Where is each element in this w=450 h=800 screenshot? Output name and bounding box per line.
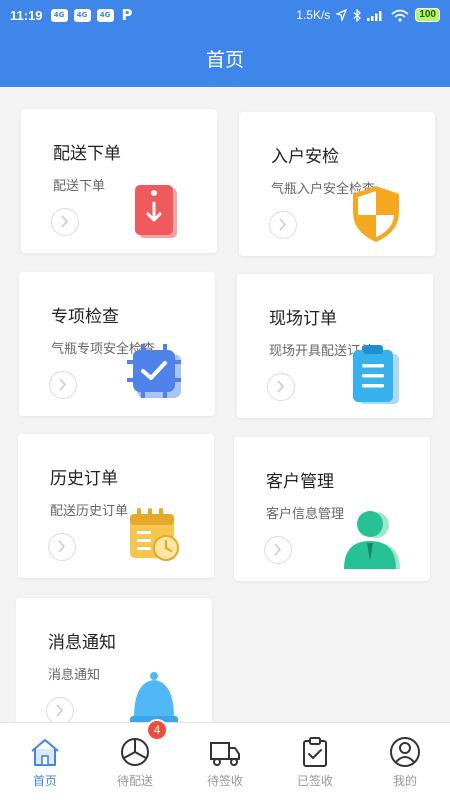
pending-count-badge: 4 [146,719,168,741]
calendar-clock-icon [130,508,179,561]
notification-app-icon: 4G [73,8,91,22]
chevron-right-icon[interactable] [269,211,297,239]
chevron-right-icon[interactable] [46,697,74,725]
home-icon [31,739,59,766]
page-title: 首页 [205,49,244,71]
truck-icon [210,742,240,766]
tab-label: 待配送 [116,774,153,788]
network-speed: 1.5K/s [296,8,331,22]
card-title: 消息通知 [48,633,116,653]
card-title: 配送下单 [53,144,121,164]
location-icon [336,9,348,21]
tab-label: 我的 [392,774,417,788]
tab-label: 首页 [32,774,57,788]
tab-mine[interactable]: 我的 [360,723,450,800]
wifi-icon [391,9,409,22]
card-subtitle: 消息通知 [48,668,101,683]
tab-label: 待签收 [206,774,243,788]
header-bar: 首页 [0,30,450,87]
tag-download-icon [135,185,177,238]
tab-label: 已签收 [296,774,333,788]
card-title: 历史订单 [50,469,118,489]
bluetooth-icon [353,8,362,22]
parking-notification-icon: P [121,6,133,24]
bottom-tab-bar: 首页 4 待配送 待签收 已签收 我的 [0,719,450,800]
card-customer-management[interactable]: 客户管理 客户信息管理 [234,437,430,581]
card-special-inspection[interactable]: 专项检查 气瓶专项安全检查 [19,272,215,416]
signed-clipboard-icon [303,737,327,767]
status-bar: 11:19 4G 4G 4G P 1.5K/s 100 [0,0,450,30]
card-delivery-order[interactable]: 配送下单 配送下单 [21,109,217,253]
card-history-orders[interactable]: 历史订单 配送历史订单 [18,434,214,578]
tab-pending-delivery[interactable]: 4 待配送 [90,719,180,800]
chevron-right-icon[interactable] [51,208,79,236]
notification-app-icon: 4G [96,8,114,22]
tab-awaiting-signature[interactable]: 待签收 [180,723,270,800]
customer-icon [344,511,400,569]
chevron-right-icon[interactable] [48,533,76,561]
pending-delivery-icon [121,738,149,766]
user-icon [390,737,420,767]
card-subtitle: 配送历史订单 [50,504,129,519]
signal-icon [367,11,382,21]
shield-icon [353,186,399,242]
notification-app-icon: 4G [50,8,68,22]
card-title: 专项检查 [51,307,119,327]
card-notifications[interactable]: 消息通知 消息通知 [16,598,212,742]
check-chip-icon [127,344,181,398]
card-title: 客户管理 [266,472,334,492]
chevron-right-icon[interactable] [49,371,77,399]
card-title: 入户安检 [271,147,339,167]
tab-home[interactable]: 首页 [0,723,90,800]
card-title: 现场订单 [269,309,337,329]
card-subtitle: 配送下单 [53,179,106,194]
battery-indicator: 100 [415,8,440,22]
card-home-inspection[interactable]: 入户安检 气瓶入户安全检查 [239,112,435,256]
card-subtitle: 客户信息管理 [266,507,345,522]
card-onsite-order[interactable]: 现场订单 现场开具配送订单 [237,274,433,418]
chevron-right-icon[interactable] [267,373,295,401]
tab-signed[interactable]: 已签收 [270,723,360,800]
status-time: 11:19 [10,7,43,23]
clipboard-icon [353,345,399,404]
chevron-right-icon[interactable] [264,536,292,564]
